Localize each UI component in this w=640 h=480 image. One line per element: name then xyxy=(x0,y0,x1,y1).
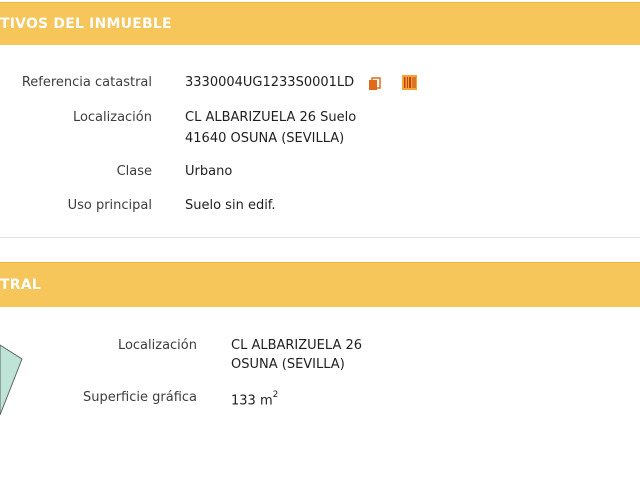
superficie-number: 133 m xyxy=(231,393,273,409)
ref-catastral-value[interactable]: 3330004UG1233S0001LD xyxy=(185,72,354,93)
section-header-parcela-catastral: TRAL xyxy=(0,262,640,308)
clase-value: Urbano xyxy=(185,164,233,179)
parcela-localizacion-line1: CL ALBARIZUELA 26 xyxy=(231,338,363,353)
superficie-grafica-value: 133 m2 xyxy=(231,387,278,411)
copy-icon[interactable] xyxy=(368,76,382,90)
parcel-map-thumbnail[interactable] xyxy=(0,335,28,427)
section-header-datos-inmueble: TIVOS DEL INMUEBLE xyxy=(0,2,640,46)
section-title: TRAL xyxy=(0,277,41,293)
localizacion-label: Localización xyxy=(72,110,152,125)
barcode-icon[interactable] xyxy=(402,75,417,90)
uso-principal-value: Suelo sin edif. xyxy=(185,198,276,213)
inmueble-details-panel: Referencia catastral 3330004UG1233S0001L… xyxy=(0,45,640,237)
section-divider xyxy=(0,237,640,238)
superficie-unit-exponent: 2 xyxy=(272,390,279,400)
parcela-localizacion-line2: OSUNA (SEVILLA) xyxy=(231,357,345,372)
section-title: TIVOS DEL INMUEBLE xyxy=(0,16,172,32)
uso-principal-label: Uso principal xyxy=(67,198,152,213)
ref-catastral-label: Referencia catastral xyxy=(21,75,152,90)
clase-label: Clase xyxy=(116,164,152,179)
superficie-grafica-label: Superficie gráfica xyxy=(82,390,197,405)
parcela-details-panel: Localización CL ALBARIZUELA 26 OSUNA (SE… xyxy=(0,307,640,480)
localizacion-line1: CL ALBARIZUELA 26 Suelo xyxy=(185,110,357,125)
parcela-localizacion-label: Localización xyxy=(117,338,197,353)
localizacion-line2: 41640 OSUNA (SEVILLA) xyxy=(185,131,345,146)
